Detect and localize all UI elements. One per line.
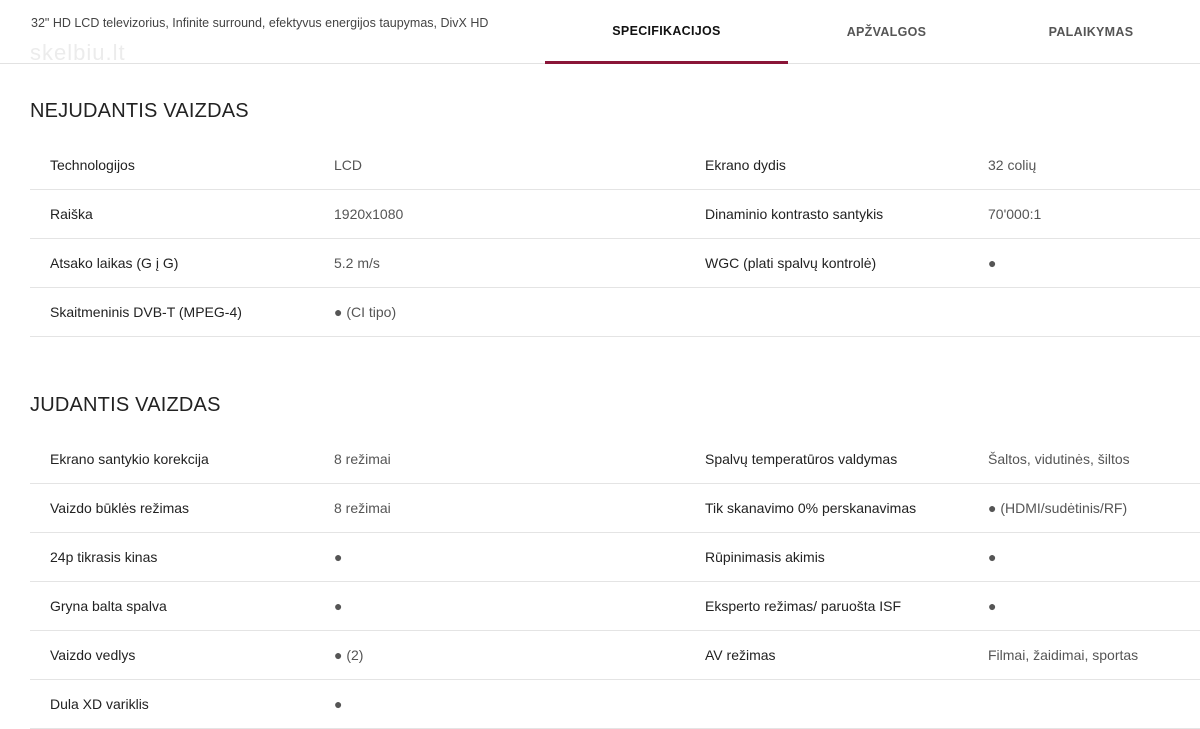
spec-name: Gryna balta spalva	[50, 598, 167, 614]
spec-value: 8 režimai	[334, 500, 391, 516]
spec-value: 5.2 m/s	[334, 255, 380, 271]
spec-value: Filmai, žaidimai, sportas	[988, 647, 1139, 663]
spec-value: ●	[334, 598, 343, 614]
spec-name: Eksperto režimas/ paruošta ISF	[705, 598, 902, 614]
spec-value: ● (2)	[334, 647, 364, 663]
spec-value: 8 režimai	[334, 451, 391, 467]
spec-value: 70'000:1	[988, 206, 1042, 222]
spec-name: Dinaminio kontrasto santykis	[705, 206, 884, 222]
tab-specifications[interactable]: SPECIFIKACIJOS	[545, 0, 788, 64]
spec-name: Vaizdo vedlys	[50, 647, 136, 663]
spec-table-still-image: Technologijos LCD Ekrano dydis 32 colių …	[30, 141, 1200, 337]
section-title-moving-image: JUDANTIS VAIZDAS	[30, 394, 221, 416]
spec-value: 32 colių	[988, 157, 1037, 173]
spec-value: ●	[988, 255, 997, 271]
spec-row: Dula XD variklis ●	[30, 680, 1200, 729]
spec-name: Atsako laikas (G į G)	[50, 255, 179, 271]
spec-name: Ekrano dydis	[705, 157, 786, 173]
spec-row: Vaizdo būklės režimas 8 režimai Tik skan…	[30, 484, 1200, 533]
spec-row: Raiška 1920x1080 Dinaminio kontrasto san…	[30, 190, 1200, 239]
spec-name: Skaitmeninis DVB-T (MPEG-4)	[50, 304, 242, 320]
spec-value: 1920x1080	[334, 206, 404, 222]
spec-name: Vaizdo būklės režimas	[50, 500, 190, 516]
tab-reviews[interactable]: APŽVALGOS	[788, 0, 985, 64]
spec-name: Rūpinimasis akimis	[705, 549, 825, 565]
product-title: 32" HD LCD televizorius, Infinite surrou…	[31, 16, 489, 30]
spec-row: Vaizdo vedlys ● (2) AV režimas Filmai, ž…	[30, 631, 1200, 680]
spec-name: WGC (plati spalvų kontrolė)	[705, 255, 877, 271]
spec-row: Atsako laikas (G į G) 5.2 m/s WGC (plati…	[30, 239, 1200, 288]
spec-row: Gryna balta spalva ● Eksperto režimas/ p…	[30, 582, 1200, 631]
spec-value: ● (HDMI/sudėtinis/RF)	[988, 500, 1128, 516]
spec-value: LCD	[334, 157, 363, 173]
spec-name: Dula XD variklis	[50, 696, 149, 712]
watermark-logo: skelbiu.lt	[30, 40, 126, 65]
spec-value: ●	[988, 549, 997, 565]
spec-row: Ekrano santykio korekcija 8 režimai Spal…	[30, 435, 1200, 484]
spec-value: ●	[334, 549, 343, 565]
spec-name: Tik skanavimo 0% perskanavimas	[705, 500, 917, 516]
spec-name: AV režimas	[705, 647, 776, 663]
spec-row: Technologijos LCD Ekrano dydis 32 colių	[30, 141, 1200, 190]
spec-name: 24p tikrasis kinas	[50, 549, 158, 565]
spec-value: Šaltos, vidutinės, šiltos	[988, 451, 1130, 467]
tab-support[interactable]: PALAIKYMAS	[985, 0, 1197, 64]
spec-name: Spalvų temperatūros valdymas	[705, 451, 898, 467]
spec-value: ●	[988, 598, 997, 614]
section-title-still-image: NEJUDANTIS VAIZDAS	[30, 100, 249, 122]
spec-value: ●	[334, 696, 343, 712]
spec-table-moving-image: Ekrano santykio korekcija 8 režimai Spal…	[30, 435, 1200, 729]
spec-name: Raiška	[50, 206, 93, 222]
spec-value: ● (CI tipo)	[334, 304, 397, 320]
top-navigation-bar: 32" HD LCD televizorius, Infinite surrou…	[0, 0, 1200, 65]
spec-row: Skaitmeninis DVB-T (MPEG-4) ● (CI tipo)	[30, 288, 1200, 337]
spec-row: 24p tikrasis kinas ● Rūpinimasis akimis …	[30, 533, 1200, 582]
spec-name: Technologijos	[50, 157, 135, 173]
spec-name: Ekrano santykio korekcija	[50, 451, 209, 467]
